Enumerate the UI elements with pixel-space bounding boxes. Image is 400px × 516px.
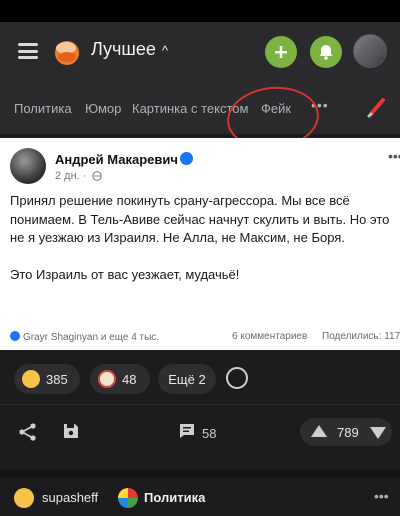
globe-icon xyxy=(92,171,102,181)
community-name[interactable]: Политика xyxy=(144,490,205,505)
shares-count-text: Поделились: 117 xyxy=(322,331,400,342)
post-separator xyxy=(0,470,400,478)
more-reactions-button[interactable]: Ещё 2 xyxy=(158,364,216,394)
feed-title[interactable]: Лучшее xyxy=(91,39,156,60)
pencil-icon[interactable] xyxy=(366,95,388,119)
top-app-bar: Лучшее ^ xyxy=(0,22,400,84)
menu-icon[interactable] xyxy=(18,43,38,59)
clown-reaction-button[interactable]: 48 xyxy=(90,364,150,394)
comments-count-text: 6 комментариев xyxy=(232,331,308,342)
post-paragraph: Принял решение покинуть срану-агрессора.… xyxy=(10,193,390,245)
verified-badge-icon xyxy=(180,152,193,165)
post-paragraph: Это Израиль от вас уезжает, мудачьё! xyxy=(10,266,240,282)
next-post-header: supasheff Политика ••• xyxy=(0,478,400,516)
post-text: Принял решение покинуть срану-агрессора.… xyxy=(10,192,398,302)
clown-emoji-icon xyxy=(98,370,116,388)
reactions-text: Grayr Shaginyan и еще 4 тыс. xyxy=(23,332,160,343)
laugh-reaction-button[interactable]: 385 xyxy=(14,364,80,394)
plus-icon xyxy=(275,46,287,58)
upvote-icon[interactable] xyxy=(311,425,327,437)
user-avatar[interactable] xyxy=(14,488,34,508)
clown-count: 48 xyxy=(122,371,137,387)
like-icon xyxy=(10,331,20,341)
post-image[interactable]: Андрей Макаревич 2 дн. · ••• Принял реше… xyxy=(0,138,400,350)
author-avatar xyxy=(10,148,46,184)
reaction-bar: 385 48 Ещё 2 xyxy=(0,358,400,400)
comment-count[interactable]: 58 xyxy=(202,426,216,441)
bell-icon xyxy=(319,45,333,60)
laughing-emoji-icon xyxy=(22,370,40,388)
notifications-button[interactable] xyxy=(310,36,342,68)
tag-bar: Политика Юмор Картинка с текстом Фейк ••… xyxy=(0,84,400,134)
post-options-icon[interactable]: ••• xyxy=(374,488,389,504)
action-bar: 58 789 xyxy=(0,414,400,450)
tab-humor[interactable]: Юмор xyxy=(85,101,121,116)
tab-politics[interactable]: Политика xyxy=(14,101,72,116)
comment-icon[interactable] xyxy=(178,422,196,440)
rating-value: 789 xyxy=(337,425,359,440)
logo-icon[interactable] xyxy=(52,37,82,67)
author-name: Андрей Макаревич xyxy=(55,152,178,167)
chevron-up-icon[interactable]: ^ xyxy=(162,43,168,58)
post-options-icon: ••• xyxy=(388,148,400,164)
username[interactable]: supasheff xyxy=(42,490,98,505)
add-post-button[interactable] xyxy=(265,36,297,68)
divider xyxy=(0,404,400,405)
more-reactions-label: Ещё 2 xyxy=(168,371,206,387)
community-icon[interactable] xyxy=(118,488,138,508)
laugh-count: 385 xyxy=(46,371,68,387)
profile-avatar[interactable] xyxy=(353,34,387,68)
post-time: 2 дн. · xyxy=(55,170,87,182)
share-icon[interactable] xyxy=(18,422,38,442)
status-bar xyxy=(0,0,400,22)
save-icon[interactable] xyxy=(62,422,80,440)
downvote-icon[interactable] xyxy=(370,427,386,439)
add-reaction-icon[interactable] xyxy=(226,367,248,389)
